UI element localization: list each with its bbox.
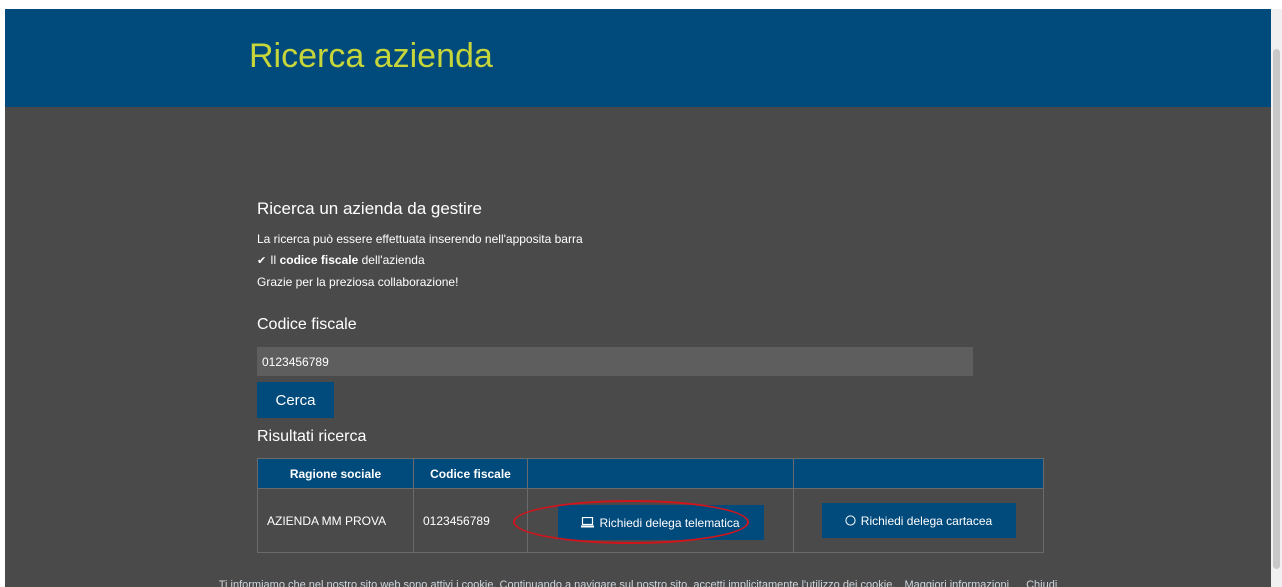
info-line-1: La ricerca può essere effettuata inseren… [257, 232, 583, 246]
cell-codice-fiscale: 0123456789 [413, 488, 528, 553]
column-header-codice-fiscale: Codice fiscale [413, 458, 528, 489]
results-table: Ragione sociale Codice fiscale AZIENDA M… [257, 458, 1044, 553]
cell-cartacea: Richiedi delega cartacea [793, 488, 1044, 553]
cookie-text: Ti informiamo che nel nostro sito web so… [218, 579, 896, 587]
check-icon: ✔ [257, 255, 267, 267]
laptop-icon [581, 517, 595, 528]
cartacea-label: Richiedi delega cartacea [860, 513, 993, 528]
cell-ragione-sociale: AZIENDA MM PROVA [257, 488, 414, 553]
richiedi-delega-cartacea-button[interactable]: Richiedi delega cartacea [821, 503, 1016, 538]
search-section-title: Ricerca un azienda da gestire [257, 199, 482, 218]
circle-icon [845, 515, 856, 526]
info-line-2: ✔ Il codice fiscale dell'azienda [257, 253, 425, 267]
cookie-bar: Ti informiamo che nel nostro sito web so… [5, 579, 1271, 587]
cookie-close-link[interactable]: Chiudi [1026, 579, 1057, 587]
info-line-2-suffix: dell'azienda [358, 253, 425, 267]
info-line-2-bold: codice fiscale [279, 253, 359, 267]
table-header-row: Ragione sociale Codice fiscale [257, 458, 1044, 489]
scrollbar-thumb[interactable] [1273, 49, 1280, 569]
telematica-label: Richiedi delega telematica [599, 515, 740, 530]
table-row: AZIENDA MM PROVA 0123456789 Richiedi del… [257, 488, 1044, 553]
codice-fiscale-label: Codice fiscale [257, 316, 357, 333]
page-header: Ricerca azienda [5, 9, 1271, 107]
column-header-ragione-sociale: Ragione sociale [257, 458, 414, 489]
richiedi-delega-telematica-button[interactable]: Richiedi delega telematica [557, 505, 764, 540]
column-header-action-2 [793, 458, 1044, 489]
page: Ricerca azienda Ricerca un azienda da ge… [5, 9, 1271, 587]
codice-fiscale-input[interactable] [257, 347, 973, 376]
page-title: Ricerca azienda [249, 37, 493, 75]
info-line-2-prefix: Il [270, 253, 280, 267]
vertical-scrollbar[interactable] [1271, 9, 1282, 587]
cookie-more-link[interactable]: Maggiori informazioni [904, 579, 1009, 587]
column-header-action-1 [527, 458, 794, 489]
cerca-button[interactable]: Cerca [257, 382, 334, 418]
results-title: Risultati ricerca [257, 428, 367, 445]
cell-telematica: Richiedi delega telematica [527, 488, 794, 553]
info-line-3: Grazie per la preziosa collaborazione! [257, 275, 459, 289]
